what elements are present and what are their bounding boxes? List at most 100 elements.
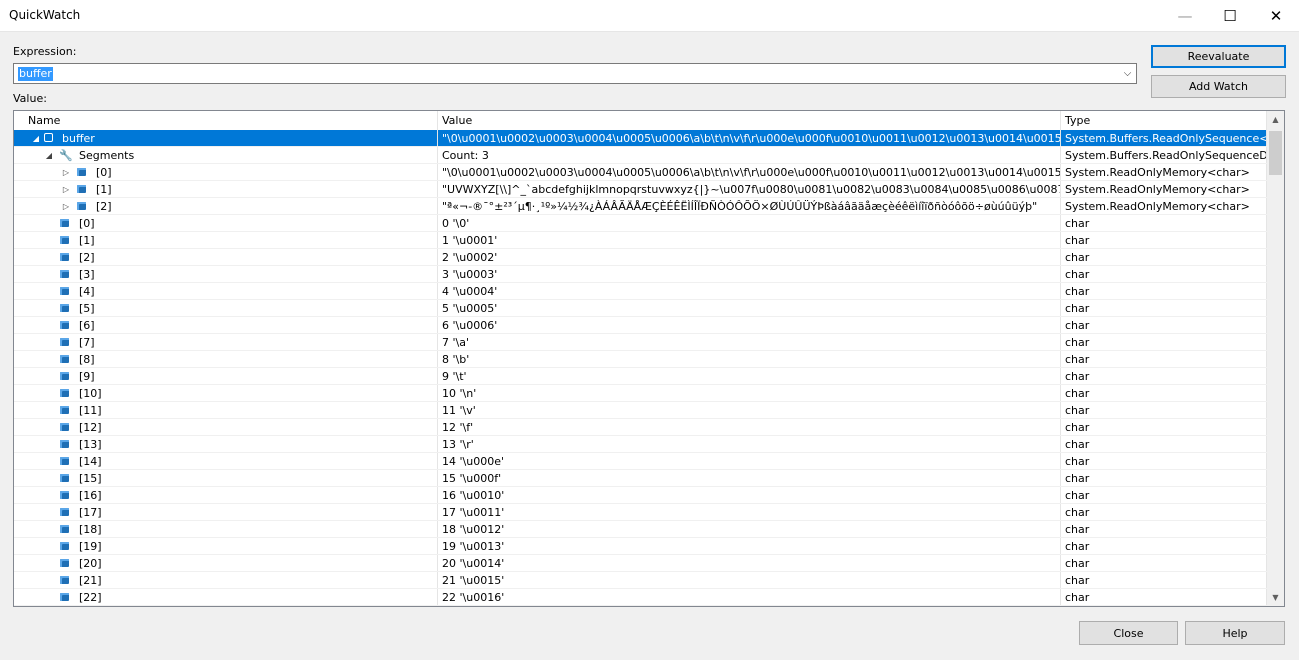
value-cell: 21 '\u0015' bbox=[438, 572, 1061, 588]
type-cell: System.ReadOnlyMemory<char> bbox=[1061, 198, 1267, 214]
expand-arrow-icon[interactable]: ▷ bbox=[61, 164, 71, 180]
column-header-value[interactable]: Value bbox=[438, 111, 1061, 130]
row-name: [9] bbox=[79, 370, 95, 383]
table-row[interactable]: [5] 5 '\u0005' char bbox=[14, 300, 1267, 317]
help-button[interactable]: Help bbox=[1185, 621, 1285, 645]
table-row[interactable]: [11] 11 '\v' char bbox=[14, 402, 1267, 419]
minimize-icon[interactable]: — bbox=[1162, 0, 1208, 31]
row-name: Segments bbox=[79, 149, 135, 162]
table-row[interactable]: [1] 1 '\u0001' char bbox=[14, 232, 1267, 249]
window-title: QuickWatch bbox=[9, 8, 81, 22]
row-name: [22] bbox=[79, 591, 102, 604]
table-row[interactable]: [10] 10 '\n' char bbox=[14, 385, 1267, 402]
table-row[interactable]: [22] 22 '\u0016' char bbox=[14, 589, 1267, 606]
row-name: [12] bbox=[79, 421, 102, 434]
type-cell: char bbox=[1061, 317, 1267, 333]
value-cell: 22 '\u0016' bbox=[438, 589, 1061, 605]
type-cell: char bbox=[1061, 300, 1267, 316]
field-cube-icon bbox=[60, 287, 69, 295]
expression-combobox[interactable]: buffer ⌵ bbox=[13, 63, 1137, 84]
field-cube-icon bbox=[60, 270, 69, 278]
scroll-up-icon[interactable]: ▲ bbox=[1267, 111, 1284, 128]
table-row[interactable]: [16] 16 '\u0010' char bbox=[14, 487, 1267, 504]
value-cell: "ª«¬-®¯°±²³´µ¶·¸¹º»¼½¾¿ÀÁÂÃÄÅÆÇÈÉÊËÌÍÎÏÐ… bbox=[438, 198, 1061, 214]
expand-arrow-icon[interactable]: ▷ bbox=[61, 198, 71, 214]
value-cell: 4 '\u0004' bbox=[438, 283, 1061, 299]
table-row[interactable]: [4] 4 '\u0004' char bbox=[14, 283, 1267, 300]
value-cell: 5 '\u0005' bbox=[438, 300, 1061, 316]
name-cell: ▷ [0] bbox=[14, 164, 438, 180]
name-cell: [11] bbox=[14, 402, 438, 418]
collapse-arrow-icon[interactable]: ◢ bbox=[44, 147, 54, 163]
add-watch-button[interactable]: Add Watch bbox=[1151, 75, 1286, 98]
table-row[interactable]: [19] 19 '\u0013' char bbox=[14, 538, 1267, 555]
watch-grid[interactable]: Name Value Type ◢ buffer "\0\u0001\u0002\u… bbox=[13, 110, 1285, 607]
column-header-type[interactable]: Type bbox=[1061, 111, 1267, 130]
type-cell: char bbox=[1061, 249, 1267, 265]
table-row[interactable]: [7] 7 '\a' char bbox=[14, 334, 1267, 351]
row-name: buffer bbox=[62, 132, 95, 145]
table-row[interactable]: ◢ buffer "\0\u0001\u0002\u0003\u0004\u0005… bbox=[14, 130, 1267, 147]
value-cell: 16 '\u0010' bbox=[438, 487, 1061, 503]
value-cell: 11 '\v' bbox=[438, 402, 1061, 418]
value-cell: 3 '\u0003' bbox=[438, 266, 1061, 282]
value-cell: 6 '\u0006' bbox=[438, 317, 1061, 333]
type-cell: char bbox=[1061, 453, 1267, 469]
field-cube-icon bbox=[60, 542, 69, 550]
wrench-icon: 🔧 bbox=[59, 149, 73, 162]
value-label: Value: bbox=[13, 92, 47, 105]
table-row[interactable]: [13] 13 '\r' char bbox=[14, 436, 1267, 453]
type-cell: char bbox=[1061, 283, 1267, 299]
table-row[interactable]: ▷ [0] "\0\u0001\u0002\u0003\u0004\u0005\u0… bbox=[14, 164, 1267, 181]
table-row[interactable]: [17] 17 '\u0011' char bbox=[14, 504, 1267, 521]
row-name: [1] bbox=[96, 183, 112, 196]
table-row[interactable]: [15] 15 '\u000f' char bbox=[14, 470, 1267, 487]
type-cell: char bbox=[1061, 572, 1267, 588]
name-cell: [21] bbox=[14, 572, 438, 588]
table-row[interactable]: [3] 3 '\u0003' char bbox=[14, 266, 1267, 283]
maximize-icon[interactable]: ☐ bbox=[1207, 0, 1253, 31]
column-header-name[interactable]: Name bbox=[14, 111, 438, 130]
field-cube-icon bbox=[60, 236, 69, 244]
scroll-down-icon[interactable]: ▼ bbox=[1267, 589, 1284, 606]
table-row[interactable]: [21] 21 '\u0015' char bbox=[14, 572, 1267, 589]
type-cell: char bbox=[1061, 334, 1267, 350]
table-row[interactable]: ▷ [1] "UVWXYZ[\\]^_`abcdefghijklmnopqrstuv… bbox=[14, 181, 1267, 198]
type-cell: char bbox=[1061, 419, 1267, 435]
row-name: [19] bbox=[79, 540, 102, 553]
table-row[interactable]: [2] 2 '\u0002' char bbox=[14, 249, 1267, 266]
expression-label: Expression: bbox=[13, 45, 77, 58]
value-cell: 10 '\n' bbox=[438, 385, 1061, 401]
expand-arrow-icon[interactable]: ▷ bbox=[61, 181, 71, 197]
type-cell: char bbox=[1061, 589, 1267, 605]
type-cell: char bbox=[1061, 351, 1267, 367]
table-row[interactable]: ▷ [2] "ª«¬-®¯°±²³´µ¶·¸¹º»¼½¾¿ÀÁÂÃÄÅÆÇÈÉÊËÌ… bbox=[14, 198, 1267, 215]
table-row[interactable]: ◢ 🔧 Segments Count: 3 System.Buffers.ReadOnl… bbox=[14, 147, 1267, 164]
vertical-scrollbar[interactable]: ▲ ▼ bbox=[1267, 111, 1284, 606]
expression-input[interactable]: buffer bbox=[18, 67, 53, 81]
table-row[interactable]: [6] 6 '\u0006' char bbox=[14, 317, 1267, 334]
row-name: [2] bbox=[96, 200, 112, 213]
collapse-arrow-icon[interactable]: ◢ bbox=[31, 130, 41, 146]
close-button[interactable]: Close bbox=[1079, 621, 1178, 645]
name-cell: [8] bbox=[14, 351, 438, 367]
table-row[interactable]: [14] 14 '\u000e' char bbox=[14, 453, 1267, 470]
name-cell: ◢ 🔧 Segments bbox=[14, 147, 438, 163]
field-cube-icon bbox=[60, 508, 69, 516]
field-cube-icon bbox=[60, 406, 69, 414]
close-icon[interactable]: ✕ bbox=[1253, 0, 1299, 31]
table-row[interactable]: [12] 12 '\f' char bbox=[14, 419, 1267, 436]
name-cell: ◢ buffer bbox=[14, 130, 438, 146]
table-row[interactable]: [8] 8 '\b' char bbox=[14, 351, 1267, 368]
reevaluate-button[interactable]: Reevaluate bbox=[1151, 45, 1286, 68]
value-cell: 1 '\u0001' bbox=[438, 232, 1061, 248]
table-row[interactable]: [9] 9 '\t' char bbox=[14, 368, 1267, 385]
row-name: [8] bbox=[79, 353, 95, 366]
table-row[interactable]: [18] 18 '\u0012' char bbox=[14, 521, 1267, 538]
chevron-down-icon[interactable]: ⌵ bbox=[1119, 64, 1136, 83]
value-cell: 0 '\0' bbox=[438, 215, 1061, 231]
field-cube-icon bbox=[60, 491, 69, 499]
table-row[interactable]: [20] 20 '\u0014' char bbox=[14, 555, 1267, 572]
table-row[interactable]: [0] 0 '\0' char bbox=[14, 215, 1267, 232]
scroll-thumb[interactable] bbox=[1269, 131, 1282, 175]
